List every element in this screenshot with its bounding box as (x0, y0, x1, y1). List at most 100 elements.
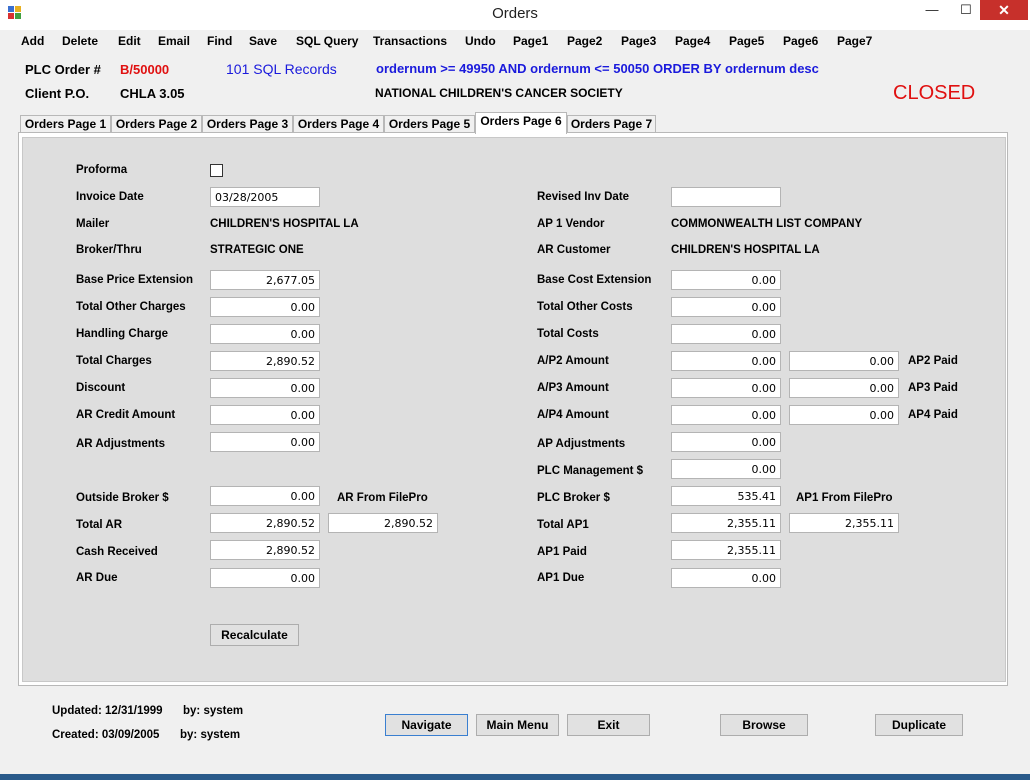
ap4-paid-field[interactable]: 0.00 (789, 405, 899, 425)
total-costs-label: Total Costs (537, 328, 599, 340)
mailer-label: Mailer (76, 218, 110, 230)
menu-find[interactable]: Find (207, 34, 232, 48)
ap1-vendor-label: AP 1 Vendor (537, 218, 605, 230)
menu-delete[interactable]: Delete (62, 34, 98, 48)
menu-sql-query[interactable]: SQL Query (296, 34, 358, 48)
sql-query-text: ordernum >= 49950 AND ordernum <= 50050 … (376, 61, 819, 76)
menu-email[interactable]: Email (158, 34, 190, 48)
menu-bar: Add Delete Edit Email Find Save SQL Quer… (0, 30, 1030, 52)
ap4-amount-label: A/P4 Amount (537, 409, 609, 421)
client-po-value: CHLA 3.05 (120, 86, 185, 101)
total-other-charges-field[interactable]: 0.00 (210, 297, 320, 317)
ap1-paid-field[interactable]: 2,355.11 (671, 540, 781, 560)
ap3-amount-field[interactable]: 0.00 (671, 378, 781, 398)
tab-orders-page-2[interactable]: Orders Page 2 (111, 115, 202, 133)
exit-button[interactable]: Exit (567, 714, 650, 736)
menu-page2[interactable]: Page2 (567, 34, 602, 48)
invoice-date-label: Invoice Date (76, 191, 144, 203)
broker-value: STRATEGIC ONE (210, 244, 304, 256)
tab-orders-page-4[interactable]: Orders Page 4 (293, 115, 384, 133)
discount-label: Discount (76, 382, 126, 394)
revised-inv-date-field[interactable] (671, 187, 781, 207)
menu-page6[interactable]: Page6 (783, 34, 818, 48)
total-costs-field[interactable]: 0.00 (671, 324, 781, 344)
status-badge: CLOSED (893, 82, 976, 104)
ap2-amount-field[interactable]: 0.00 (671, 351, 781, 371)
ar-adjustments-field[interactable]: 0.00 (210, 432, 320, 452)
recalculate-button[interactable]: Recalculate (210, 624, 299, 646)
invoice-date-field[interactable]: 03/28/2005 (210, 187, 320, 207)
handling-charge-field[interactable]: 0.00 (210, 324, 320, 344)
mailer-value: CHILDREN'S HOSPITAL LA (210, 218, 359, 230)
ar-due-field[interactable]: 0.00 (210, 568, 320, 588)
tab-orders-page-5[interactable]: Orders Page 5 (384, 115, 475, 133)
plc-management-label: PLC Management $ (537, 465, 644, 477)
client-po-label: Client P.O. (25, 86, 90, 101)
proforma-label: Proforma (76, 164, 128, 176)
menu-save[interactable]: Save (249, 34, 277, 48)
menu-page4[interactable]: Page4 (675, 34, 710, 48)
plc-broker-field[interactable]: 535.41 (671, 486, 781, 506)
outside-broker-label: Outside Broker $ (76, 492, 169, 504)
ap3-paid-label: AP3 Paid (908, 382, 958, 394)
ar-customer-value: CHILDREN'S HOSPITAL LA (671, 244, 820, 256)
menu-undo[interactable]: Undo (465, 34, 496, 48)
window-title: Orders (492, 5, 538, 22)
tab-orders-page-1[interactable]: Orders Page 1 (20, 115, 111, 133)
ap2-paid-label: AP2 Paid (908, 355, 958, 367)
total-ap1-field[interactable]: 2,355.11 (671, 513, 781, 533)
browse-button[interactable]: Browse (720, 714, 808, 736)
close-icon[interactable]: ✕ (980, 0, 1028, 20)
ap1-paid-label: AP1 Paid (537, 546, 587, 558)
duplicate-button[interactable]: Duplicate (875, 714, 963, 736)
created-date: Created: 03/09/2005 (52, 729, 160, 741)
menu-page3[interactable]: Page3 (621, 34, 656, 48)
maximize-icon[interactable]: ☐ (948, 0, 984, 22)
total-ap1-label: Total AP1 (537, 519, 589, 531)
navigate-button[interactable]: Navigate (385, 714, 468, 736)
ar-due-label: AR Due (76, 572, 118, 584)
menu-page1[interactable]: Page1 (513, 34, 548, 48)
plc-management-field[interactable]: 0.00 (671, 459, 781, 479)
minimize-icon[interactable]: — (914, 0, 950, 22)
ap4-paid-label: AP4 Paid (908, 409, 958, 421)
ap2-paid-field[interactable]: 0.00 (789, 351, 899, 371)
base-price-field[interactable]: 2,677.05 (210, 270, 320, 290)
tab-orders-page-7[interactable]: Orders Page 7 (567, 115, 656, 133)
proforma-checkbox[interactable] (210, 164, 223, 177)
ar-customer-label: AR Customer (537, 244, 611, 256)
revised-inv-date-label: Revised Inv Date (537, 191, 630, 203)
ap1-from-filepro-field[interactable]: 2,355.11 (789, 513, 899, 533)
menu-transactions[interactable]: Transactions (373, 34, 447, 48)
total-charges-field[interactable]: 2,890.52 (210, 351, 320, 371)
menu-page7[interactable]: Page7 (837, 34, 872, 48)
ap1-from-filepro-label: AP1 From FilePro (796, 492, 893, 504)
ap4-amount-field[interactable]: 0.00 (671, 405, 781, 425)
cash-received-field[interactable]: 2,890.52 (210, 540, 320, 560)
ap2-amount-label: A/P2 Amount (537, 355, 609, 367)
menu-edit[interactable]: Edit (118, 34, 141, 48)
ap-adjustments-field[interactable]: 0.00 (671, 432, 781, 452)
created-by: by: system (180, 729, 241, 741)
base-cost-field[interactable]: 0.00 (671, 270, 781, 290)
base-cost-label: Base Cost Extension (537, 274, 652, 286)
ar-credit-field[interactable]: 0.00 (210, 405, 320, 425)
ar-from-filepro-field[interactable]: 2,890.52 (328, 513, 438, 533)
outside-broker-field[interactable]: 0.00 (210, 486, 320, 506)
tab-orders-page-3[interactable]: Orders Page 3 (202, 115, 293, 133)
record-count: 101 SQL Records (226, 61, 337, 77)
total-other-charges-label: Total Other Charges (76, 301, 186, 313)
menu-add[interactable]: Add (21, 34, 44, 48)
broker-label: Broker/Thru (76, 244, 142, 256)
tab-orders-page-6[interactable]: Orders Page 6 (475, 112, 567, 134)
discount-field[interactable]: 0.00 (210, 378, 320, 398)
menu-page5[interactable]: Page5 (729, 34, 764, 48)
ap3-amount-label: A/P3 Amount (537, 382, 609, 394)
ap1-due-field[interactable]: 0.00 (671, 568, 781, 588)
total-ar-label: Total AR (76, 519, 122, 531)
ap1-vendor-value: COMMONWEALTH LIST COMPANY (671, 218, 863, 230)
total-ar-field[interactable]: 2,890.52 (210, 513, 320, 533)
ap3-paid-field[interactable]: 0.00 (789, 378, 899, 398)
total-other-costs-field[interactable]: 0.00 (671, 297, 781, 317)
main-menu-button[interactable]: Main Menu (476, 714, 559, 736)
